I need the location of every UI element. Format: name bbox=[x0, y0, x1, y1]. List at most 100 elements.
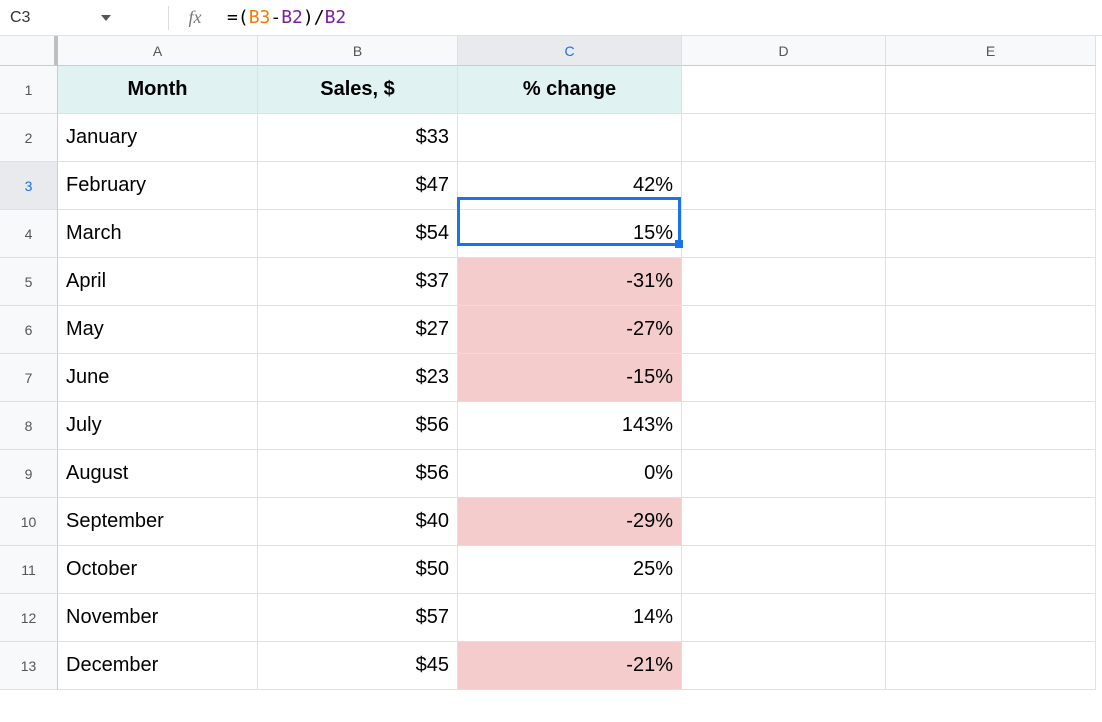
cell-sales[interactable]: $56 bbox=[258, 450, 458, 498]
cell-empty[interactable] bbox=[682, 258, 886, 306]
cell-sales[interactable]: $40 bbox=[258, 498, 458, 546]
cell-empty[interactable] bbox=[886, 354, 1096, 402]
cell-month[interactable]: January bbox=[58, 114, 258, 162]
cell-empty[interactable] bbox=[682, 546, 886, 594]
formula-close-paren: ) bbox=[303, 7, 314, 28]
col-header-a[interactable]: A bbox=[58, 36, 258, 66]
cell-month[interactable]: December bbox=[58, 642, 258, 690]
cell-header-change[interactable]: % change bbox=[458, 66, 682, 114]
cell-change[interactable]: -15% bbox=[458, 354, 682, 402]
cell-empty[interactable] bbox=[886, 162, 1096, 210]
cell-empty[interactable] bbox=[682, 354, 886, 402]
cell-empty[interactable] bbox=[886, 402, 1096, 450]
cell-month[interactable]: October bbox=[58, 546, 258, 594]
cell-change[interactable]: -29% bbox=[458, 498, 682, 546]
cell-month[interactable]: May bbox=[58, 306, 258, 354]
cell-change[interactable]: 0% bbox=[458, 450, 682, 498]
cell-month[interactable]: September bbox=[58, 498, 258, 546]
cell-empty[interactable] bbox=[682, 210, 886, 258]
row-header[interactable]: 13 bbox=[0, 642, 58, 690]
name-box-dropdown-icon[interactable] bbox=[94, 0, 118, 35]
formula-bar: C3 fx =(B3-B2)/B2 bbox=[0, 0, 1102, 36]
cell-change[interactable]: -21% bbox=[458, 642, 682, 690]
cell-change[interactable]: 42% bbox=[458, 162, 682, 210]
row-header[interactable]: 7 bbox=[0, 354, 58, 402]
cell-change[interactable]: 14% bbox=[458, 594, 682, 642]
cell-empty[interactable] bbox=[886, 210, 1096, 258]
row-header[interactable]: 10 bbox=[0, 498, 58, 546]
cell-change[interactable]: 15% bbox=[458, 210, 682, 258]
table-row: 1MonthSales, $% change bbox=[0, 66, 1102, 114]
cell-month[interactable]: July bbox=[58, 402, 258, 450]
cell-empty[interactable] bbox=[886, 642, 1096, 690]
col-header-c[interactable]: C bbox=[458, 36, 682, 66]
table-row: 8July$56143% bbox=[0, 402, 1102, 450]
cell-empty[interactable] bbox=[682, 306, 886, 354]
cell-header-sales[interactable]: Sales, $ bbox=[258, 66, 458, 114]
cell-sales[interactable]: $33 bbox=[258, 114, 458, 162]
cell-sales[interactable]: $56 bbox=[258, 402, 458, 450]
cell-empty[interactable] bbox=[886, 114, 1096, 162]
cell-empty[interactable] bbox=[682, 450, 886, 498]
cell-sales[interactable]: $47 bbox=[258, 162, 458, 210]
cell-empty[interactable] bbox=[682, 402, 886, 450]
cell-month[interactable]: February bbox=[58, 162, 258, 210]
select-all-corner[interactable] bbox=[0, 36, 58, 66]
formula-minus: - bbox=[270, 7, 281, 28]
cell-month[interactable]: March bbox=[58, 210, 258, 258]
row-header[interactable]: 6 bbox=[0, 306, 58, 354]
row-header[interactable]: 3 bbox=[0, 162, 58, 210]
cell-change[interactable]: -27% bbox=[458, 306, 682, 354]
cell-empty[interactable] bbox=[886, 306, 1096, 354]
row-header[interactable]: 5 bbox=[0, 258, 58, 306]
cell-change[interactable]: 25% bbox=[458, 546, 682, 594]
name-box[interactable]: C3 bbox=[0, 0, 94, 35]
table-row: 10September$40-29% bbox=[0, 498, 1102, 546]
column-headers: A B C D E bbox=[0, 36, 1102, 66]
separator bbox=[168, 6, 169, 30]
cell-sales[interactable]: $45 bbox=[258, 642, 458, 690]
cell-change[interactable]: 143% bbox=[458, 402, 682, 450]
table-row: 12November$5714% bbox=[0, 594, 1102, 642]
cell-empty[interactable] bbox=[682, 498, 886, 546]
formula-input[interactable]: =(B3-B2)/B2 bbox=[217, 0, 1102, 35]
cell-empty[interactable] bbox=[886, 66, 1096, 114]
cell-sales[interactable]: $37 bbox=[258, 258, 458, 306]
cell-empty[interactable] bbox=[886, 498, 1096, 546]
row-header[interactable]: 12 bbox=[0, 594, 58, 642]
col-header-e[interactable]: E bbox=[886, 36, 1096, 66]
row-header[interactable]: 11 bbox=[0, 546, 58, 594]
formula-ref-b3: B3 bbox=[249, 7, 271, 28]
cell-empty[interactable] bbox=[682, 66, 886, 114]
row-header[interactable]: 9 bbox=[0, 450, 58, 498]
cell-month[interactable]: April bbox=[58, 258, 258, 306]
col-header-b[interactable]: B bbox=[258, 36, 458, 66]
cell-empty[interactable] bbox=[682, 594, 886, 642]
cell-sales[interactable]: $23 bbox=[258, 354, 458, 402]
cell-sales[interactable]: $50 bbox=[258, 546, 458, 594]
table-row: 6May$27-27% bbox=[0, 306, 1102, 354]
cell-change[interactable] bbox=[458, 114, 682, 162]
table-row: 5April$37-31% bbox=[0, 258, 1102, 306]
cell-empty[interactable] bbox=[886, 594, 1096, 642]
row-header[interactable]: 8 bbox=[0, 402, 58, 450]
cell-sales[interactable]: $27 bbox=[258, 306, 458, 354]
cell-empty[interactable] bbox=[682, 114, 886, 162]
cell-month[interactable]: June bbox=[58, 354, 258, 402]
cell-month[interactable]: August bbox=[58, 450, 258, 498]
cell-sales[interactable]: $57 bbox=[258, 594, 458, 642]
row-header[interactable]: 2 bbox=[0, 114, 58, 162]
row-header[interactable]: 4 bbox=[0, 210, 58, 258]
row-header[interactable]: 1 bbox=[0, 66, 58, 114]
cell-empty[interactable] bbox=[886, 450, 1096, 498]
cell-empty[interactable] bbox=[886, 546, 1096, 594]
cell-header-month[interactable]: Month bbox=[58, 66, 258, 114]
cell-sales[interactable]: $54 bbox=[258, 210, 458, 258]
cell-change[interactable]: -31% bbox=[458, 258, 682, 306]
col-header-d[interactable]: D bbox=[682, 36, 886, 66]
cell-empty[interactable] bbox=[682, 162, 886, 210]
formula-eq: = bbox=[227, 7, 238, 28]
cell-empty[interactable] bbox=[682, 642, 886, 690]
cell-month[interactable]: November bbox=[58, 594, 258, 642]
cell-empty[interactable] bbox=[886, 258, 1096, 306]
